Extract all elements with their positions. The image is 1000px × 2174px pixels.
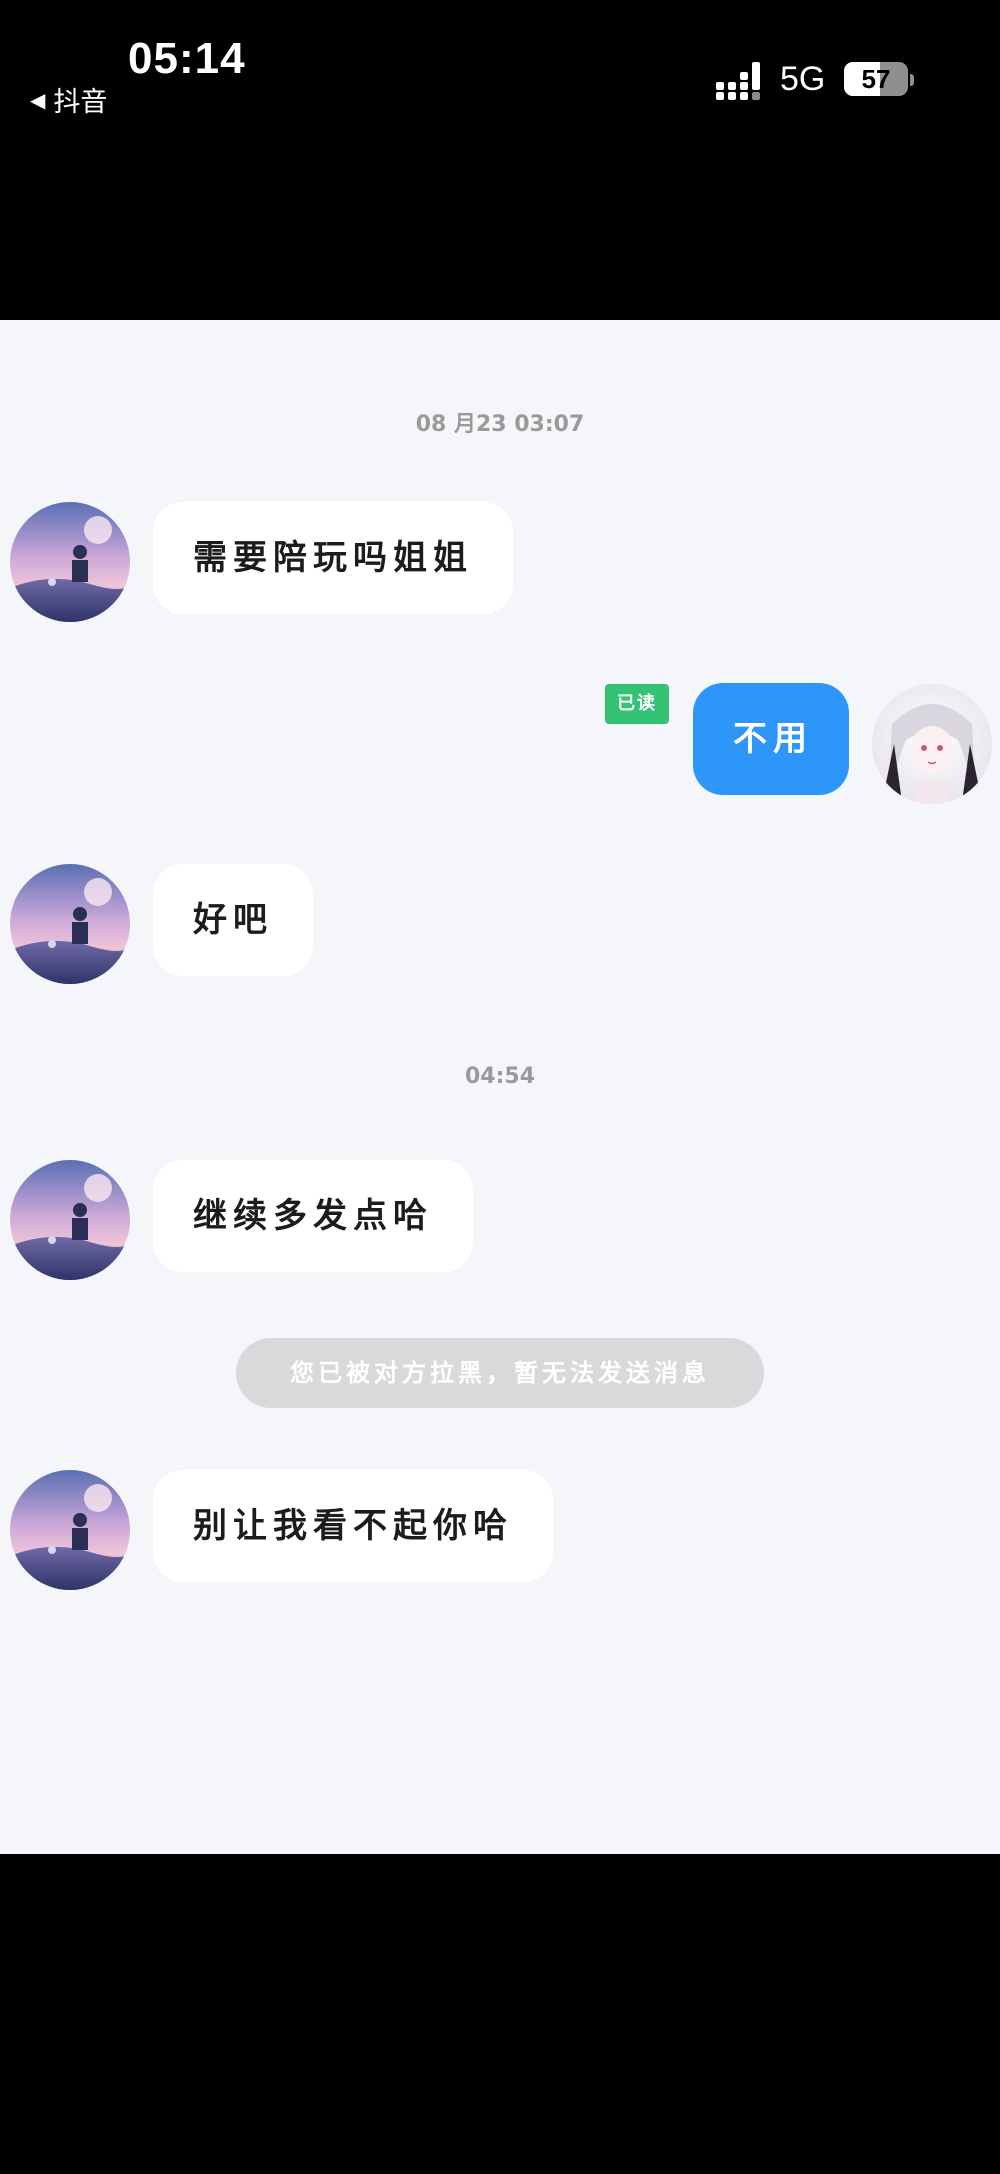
message-bubble-incoming[interactable]: 别让我看不起你哈 — [153, 1470, 553, 1582]
signal-icon — [716, 62, 760, 100]
battery-level: 57 — [861, 64, 891, 94]
back-app-label: 抖音 — [53, 87, 108, 118]
blocked-system-notice: 您已被对方拉黑，暂无法发送消息 — [236, 1338, 764, 1408]
contact-avatar[interactable] — [10, 1160, 130, 1280]
user-avatar[interactable] — [872, 684, 992, 804]
chat-area[interactable]: 08 月23 03:07 需要陪玩吗姐姐 已读 不用 好吧 04:54 继续多发… — [0, 320, 1000, 1854]
contact-avatar[interactable] — [10, 502, 130, 622]
message-bubble-incoming[interactable]: 好吧 — [153, 864, 313, 976]
battery-cap — [910, 74, 914, 86]
chat-timestamp: 08 月23 03:07 — [415, 412, 585, 437]
battery-icon: 57 — [844, 62, 908, 96]
back-triangle-icon: ◀ — [30, 87, 46, 112]
contact-avatar[interactable] — [10, 1470, 130, 1590]
network-type: 5G — [780, 60, 826, 98]
bottom-black-area — [0, 1854, 1000, 2174]
read-receipt-badge: 已读 — [605, 684, 669, 724]
message-bubble-incoming[interactable]: 需要陪玩吗姐姐 — [153, 502, 513, 614]
message-bubble-outgoing[interactable]: 不用 — [693, 683, 849, 795]
status-bar: 05:14 ◀ 抖音 5G 57 — [0, 0, 1000, 320]
status-time: 05:14 — [128, 34, 246, 83]
contact-avatar[interactable] — [10, 864, 130, 984]
chat-timestamp: 04:54 — [464, 1064, 536, 1089]
message-bubble-incoming[interactable]: 继续多发点哈 — [153, 1160, 473, 1272]
back-to-app-link[interactable]: ◀ 抖音 — [30, 80, 107, 119]
